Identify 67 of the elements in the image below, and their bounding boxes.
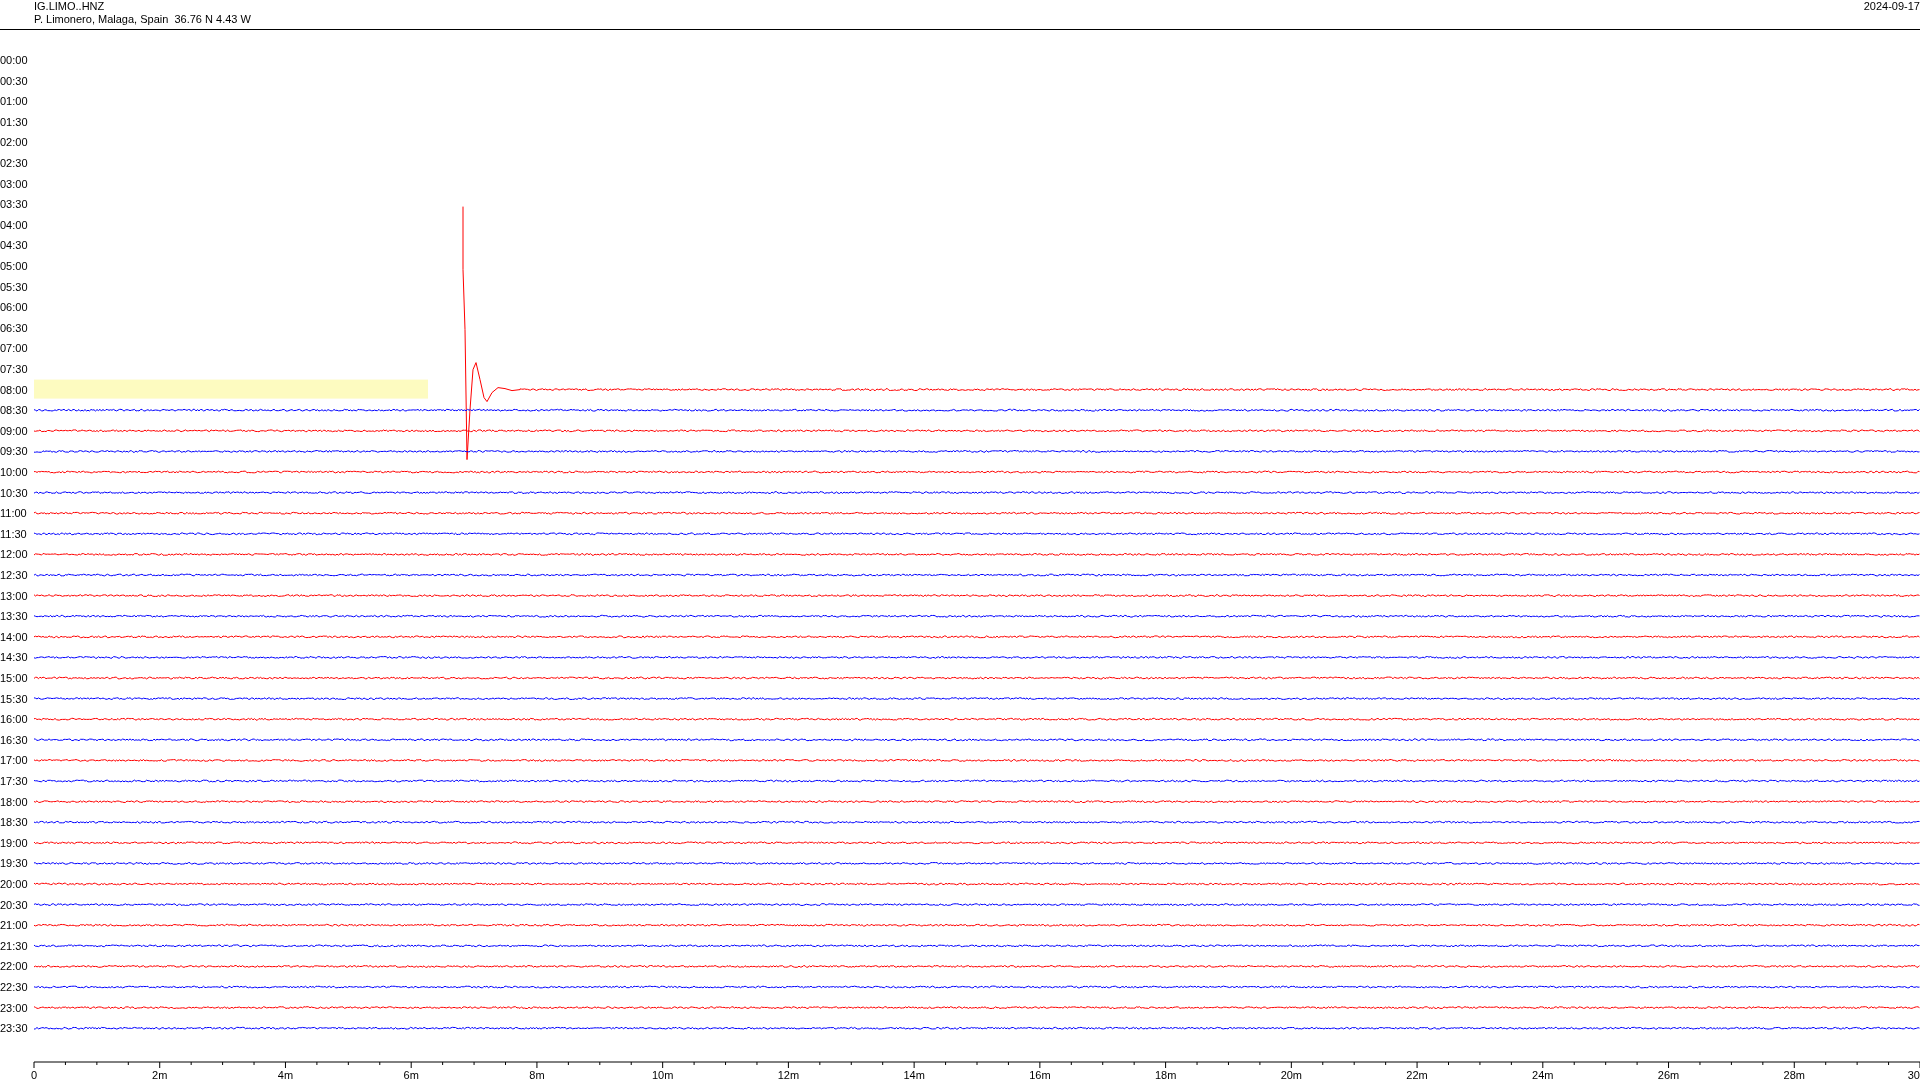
hour-label: 20:30 (0, 898, 28, 911)
hour-label: 01:00 (0, 95, 28, 108)
hour-label: 18:00 (0, 795, 28, 808)
axis-tick-label: 28m (1783, 1069, 1805, 1079)
hour-label: 17:30 (0, 775, 28, 787)
hour-label: 13:30 (0, 610, 28, 623)
axis-tick-label: 26m (1657, 1069, 1680, 1079)
hour-label: 21:30 (0, 939, 28, 952)
hour-label: 08:00 (0, 383, 28, 396)
hour-label: 17:00 (0, 754, 28, 767)
hour-label: 19:30 (0, 857, 28, 870)
hour-label: 05:30 (0, 280, 28, 293)
hour-label: 04:30 (0, 239, 28, 252)
hour-label: 23:30 (0, 1022, 28, 1035)
hour-label: 01:30 (0, 115, 28, 128)
axis-tick-label: 18m (1154, 1069, 1177, 1079)
axis-tick-label: 16m (1029, 1069, 1051, 1079)
hour-label: 23:00 (0, 1001, 28, 1014)
axis-tick-label: 22m (1406, 1069, 1428, 1079)
hour-label: 08:30 (0, 404, 28, 417)
axis-tick-label: 8m (529, 1069, 545, 1079)
axis-tick-label: 20m (1280, 1069, 1303, 1079)
hour-label: 05:00 (0, 260, 28, 272)
hour-label: 06:00 (0, 301, 28, 314)
hour-label: 16:00 (0, 713, 28, 726)
hour-label: 20:00 (0, 878, 28, 890)
hour-label: 11:30 (0, 527, 27, 540)
hour-label: 02:30 (0, 157, 28, 169)
axis-tick-label: 4m (277, 1069, 294, 1079)
hour-label: 00:00 (0, 54, 28, 66)
station-code: IG.LIMO..HNZ (34, 0, 106, 13)
hour-label: 21:00 (0, 919, 28, 932)
axis-tick-label: 6m (403, 1069, 419, 1079)
hour-label: 16:30 (0, 733, 28, 746)
hour-label: 09:30 (0, 445, 28, 458)
axis-tick-label: 12m (777, 1069, 800, 1079)
axis-tick-label: 2m (152, 1069, 168, 1079)
hour-label: 11:00 (0, 507, 27, 520)
hour-label: 02:00 (0, 136, 28, 149)
hour-label: 04:00 (0, 218, 28, 231)
axis-tick-label: 14m (903, 1069, 925, 1079)
hour-label: 15:00 (0, 672, 28, 684)
hour-label: 07:00 (0, 342, 28, 355)
hour-label: 09:00 (0, 424, 28, 437)
hour-label: 10:00 (0, 466, 28, 478)
station-location: P. Limonero, Malaga, Spain 36.76 N 4.43 W (34, 13, 251, 26)
hour-label: 22:00 (0, 960, 28, 973)
hour-label: 10:30 (0, 486, 28, 499)
hour-label: 07:30 (0, 363, 28, 375)
axis-tick-label: 0 (30, 1069, 38, 1079)
hour-label: 00:30 (0, 74, 28, 87)
hour-label: 12:00 (0, 548, 28, 561)
date-label: 2024-09-17 (1863, 0, 1920, 13)
hour-label: 03:00 (0, 177, 28, 190)
axis-tick-label: 10m (651, 1069, 674, 1079)
hour-label: 14:30 (0, 651, 28, 664)
hour-label: 06:30 (0, 321, 28, 334)
hour-label: 13:00 (0, 589, 28, 602)
hour-label: 12:30 (0, 569, 28, 581)
axis-tick-label: 30 (1907, 1069, 1920, 1079)
hour-label: 03:30 (0, 198, 28, 211)
hour-label: 15:30 (0, 692, 28, 705)
hour-label: 18:30 (0, 816, 28, 829)
hour-label: 14:00 (0, 630, 28, 643)
hour-label: 22:30 (0, 981, 28, 993)
axis-tick-label: 24m (1532, 1069, 1554, 1079)
hour-label: 19:00 (0, 836, 28, 849)
